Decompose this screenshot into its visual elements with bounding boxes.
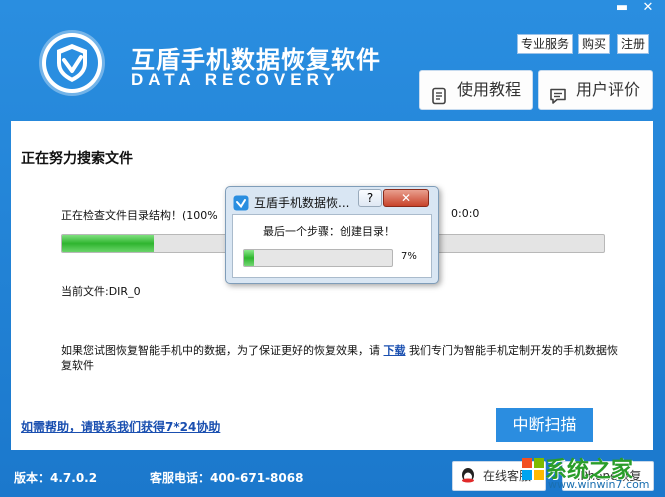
pro-service-link[interactable]: 专业服务 (517, 34, 574, 54)
check-status-text: 正在检查文件目录结构！(100% (61, 209, 218, 222)
app-window: ▬ ✕ 互盾手机数据恢复软件 DATA RECOVERY 专业服务 购买 注册 … (0, 0, 665, 497)
stop-scan-button[interactable]: 中断扫描 (496, 408, 593, 442)
document-icon (430, 81, 448, 119)
dialog-app-icon (233, 195, 249, 215)
info-text: 如果您试图恢复智能手机中的数据，为了保证更好的恢复效果，请 下载 我们专门为智能… (61, 343, 621, 373)
close-button[interactable]: ✕ (635, 0, 661, 17)
dialog-progress-bar (243, 249, 393, 267)
app-subtitle: DATA RECOVERY (131, 70, 340, 89)
status-title: 正在努力搜索文件 (21, 151, 133, 167)
help-link[interactable]: 如需帮助，请联系我们获得7*24协助 (21, 418, 220, 435)
support-phone-text: 客服电话：400-671-8068 (150, 471, 304, 485)
register-link[interactable]: 注册 (617, 34, 650, 54)
buy-link[interactable]: 购买 (578, 34, 611, 54)
scan-progress-fill (62, 235, 155, 252)
shield-logo-icon (42, 33, 102, 93)
dialog-body: 最后一个步骤：创建目录！ 7% (232, 214, 432, 278)
dialog-progress-fill (244, 250, 255, 266)
tutorial-button[interactable]: 使用教程 (419, 70, 533, 110)
review-button[interactable]: 用户评价 (538, 70, 653, 110)
tutorial-label: 使用教程 (457, 80, 522, 99)
watermark-url: www.winwin7.com (548, 478, 650, 491)
dialog-close-button[interactable]: ✕ (383, 189, 429, 207)
elapsed-timer: 0:0:0 (451, 207, 480, 220)
qq-icon (459, 467, 477, 495)
dialog-step-text: 最后一个步骤：创建目录！ (263, 225, 395, 238)
version-text: 版本：4.7.0.2 (14, 471, 98, 485)
dialog-help-button[interactable]: ? (358, 189, 382, 207)
review-label: 用户评价 (576, 80, 641, 99)
progress-dialog: 互盾手机数据恢... ? ✕ 最后一个步骤：创建目录！ 7% (225, 186, 439, 284)
download-link[interactable]: 下载 (384, 344, 406, 357)
scan-panel: 正在努力搜索文件 正在检查文件目录结构！(100% 0:0:0 当前文件:DIR… (11, 121, 653, 450)
dialog-percent-text: 7% (401, 251, 417, 262)
dialog-title: 互盾手机数据恢... (254, 196, 350, 210)
comment-icon (549, 81, 567, 119)
info-text-before: 如果您试图恢复智能手机中的数据，为了保证更好的恢复效果，请 (61, 344, 380, 357)
minimize-button[interactable]: ▬ (609, 0, 635, 17)
current-file-text: 当前文件:DIR_0 (61, 285, 141, 298)
